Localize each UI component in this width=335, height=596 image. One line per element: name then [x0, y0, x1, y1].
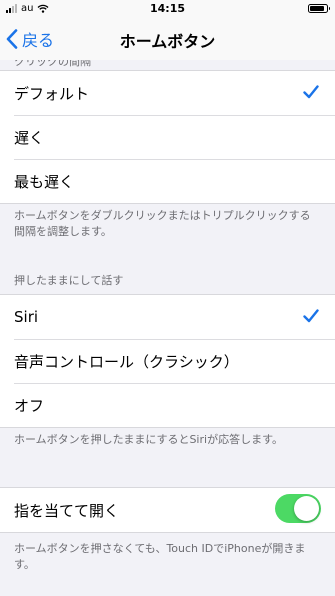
option-voice-control[interactable]: 音声コントロール（クラシック）: [0, 339, 335, 383]
checkmark-icon: [303, 309, 319, 323]
option-slow[interactable]: 遅く: [0, 115, 335, 159]
checkmark-icon: [303, 85, 319, 99]
option-siri[interactable]: Siri: [0, 295, 335, 339]
status-time: 14:15: [149, 2, 185, 15]
option-default-label: デフォルト: [14, 84, 90, 103]
rest-finger-row: 指を当てて開く: [0, 488, 335, 532]
press-hold-options-group: Siri 音声コントロール（クラシック） オフ: [0, 294, 335, 428]
settings-screen: クリックの間隔 デフォルト 遅く 最も遅く ホームボタンをダブルクリックまたはト…: [0, 0, 335, 596]
press-hold-section-header: 押したままにして話す: [14, 274, 124, 287]
speed-options-group: デフォルト 遅く 最も遅く: [0, 70, 335, 204]
toggle-knob: [294, 496, 319, 521]
battery-level: [310, 6, 324, 11]
option-off-label: オフ: [14, 396, 45, 415]
option-slowest[interactable]: 最も遅く: [0, 159, 335, 203]
option-slowest-label: 最も遅く: [14, 172, 75, 191]
rest-finger-group: 指を当てて開く: [0, 487, 335, 533]
option-off[interactable]: オフ: [0, 383, 335, 427]
speed-section-footer: ホームボタンをダブルクリックまたはトリプルクリックする間隔を調整します。: [14, 209, 311, 238]
battery-icon: [308, 4, 330, 13]
option-voice-control-label: 音声コントロール（クラシック）: [14, 352, 239, 371]
rest-finger-toggle[interactable]: [275, 494, 321, 523]
page-title: ホームボタン: [119, 32, 216, 51]
option-slow-label: 遅く: [14, 128, 45, 147]
press-hold-section-footer: ホームボタンを押したままにするとSiriが応答します。: [14, 433, 283, 446]
rest-finger-footer: ホームボタンを押さなくても、Touch IDでiPhoneが開きます。: [14, 542, 306, 571]
option-default[interactable]: デフォルト: [0, 71, 335, 115]
status-bar: au 14:15: [0, 0, 335, 18]
rest-finger-label: 指を当てて開く: [14, 501, 120, 520]
scroll-content[interactable]: クリックの間隔 デフォルト 遅く 最も遅く ホームボタンをダブルクリックまたはト…: [0, 0, 335, 596]
navigation-bar: 戻る ホームボタン: [0, 18, 335, 60]
option-siri-label: Siri: [14, 308, 39, 326]
